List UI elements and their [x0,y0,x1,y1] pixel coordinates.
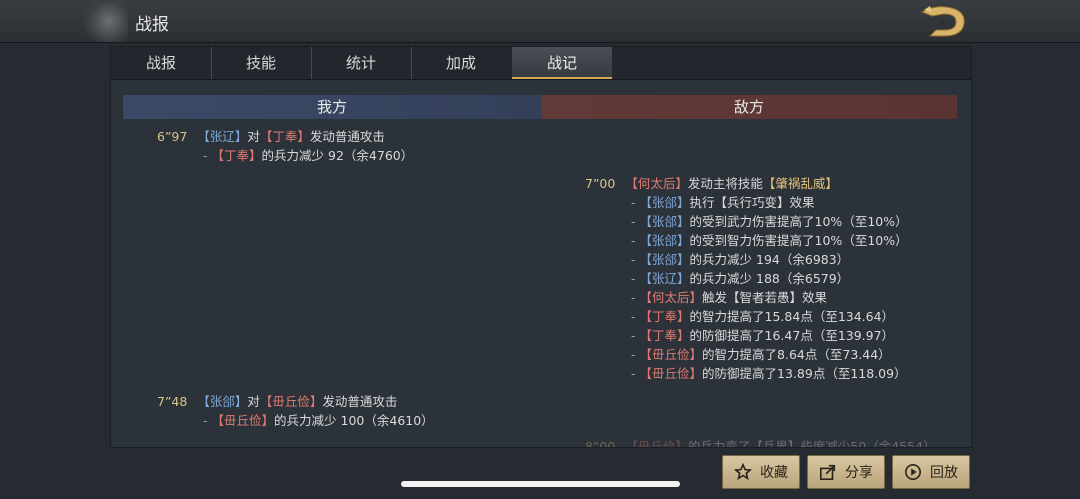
log-text: 发动普通攻击 [322,394,398,409]
log-entry: - 【张郃】的受到武力伤害提高了10%（至10%） [631,213,908,231]
ally-column-header: 我方 [123,95,541,119]
share-label: 分享 [845,465,873,481]
general-name: 【丁奉】 [639,328,690,343]
favorite-label: 收藏 [760,465,788,481]
star-icon [734,463,752,480]
log-text: 的兵力减少 92（余4760） [261,148,414,163]
page-title: 战报 [135,15,169,35]
general-name: 【毌丘俭】 [639,347,703,362]
general-name: 【张郃】 [197,394,248,409]
log-text: 的智力提高了15.84点（至134.64） [689,309,895,324]
tab-skills[interactable]: 技能 [211,47,312,79]
battle-report-panel[interactable]: 战报 技能 统计 加成 战记 我方 敌方 6”97 【张辽】对【丁奉】发动普通攻击… [110,46,972,448]
log-text: 的受到智力伤害提高了10%（至10%） [689,233,908,248]
log-entry: - 【丁奉】的兵力减少 92（余4760） [203,147,413,165]
log-text: 对 [247,394,260,409]
play-icon [904,463,922,481]
log-text: 对 [247,129,260,144]
log-text: 的受到武力伤害提高了10%（至10%） [689,214,908,229]
log-entry: - 【丁奉】的防御提高了16.47点（至139.97） [631,327,894,345]
dragon-logo-icon[interactable] [918,2,970,40]
favorite-button[interactable]: 收藏 [722,455,800,489]
log-text: 执行【兵行巧变】效果 [689,195,815,210]
log-entry: - 【何太后】触发【智者若愚】效果 [631,289,827,307]
general-name: 【何太后】 [625,176,688,191]
log-entry: - 【毌丘俭】的防御提高了13.89点（至118.09） [631,365,907,383]
log-entry: - 【张辽】的兵力减少 188（余6579） [631,270,849,288]
general-name: 【张郃】 [639,252,690,267]
home-indicator[interactable] [401,481,680,487]
dash: - [631,233,636,248]
log-time: 7”48 [157,394,188,409]
tab-bar: 战报 技能 统计 加成 战记 [111,47,971,80]
log-text: 的兵力减少 100（余4610） [274,413,434,428]
log-entry: - 【张郃】执行【兵行巧变】效果 [631,194,815,212]
enemy-column-header: 敌方 [541,95,957,119]
general-name: 【张辽】 [639,271,690,286]
dash: - [631,366,636,381]
share-icon [819,464,836,481]
dash: - [631,328,636,343]
emblem-icon [80,0,128,42]
dash: - [203,413,208,428]
log-text: 的兵力减少 194（余6983） [689,252,850,267]
log-entry: 7”48 【张郃】对【毌丘俭】发动普通攻击 [157,393,397,411]
dash: - [631,309,636,324]
general-name: 【何太后】 [639,290,703,305]
log-entry: 8”00 【毌丘俭】的兵力变了【兵界】些度减少50（余4554） [585,438,936,448]
log-time: 6”97 [157,129,188,144]
log-text: 的智力提高了8.64点（至73.44） [702,347,891,362]
dash: - [631,252,636,267]
log-time: 7”00 [585,176,616,191]
tab-stats[interactable]: 统计 [311,47,412,79]
dash: - [203,148,208,163]
log-text: 发动主将技能 [687,176,763,191]
general-name: 【张辽】 [197,129,248,144]
general-name: 【毌丘俭】 [625,439,688,448]
dash: - [631,195,636,210]
log-entry: 6”97 【张辽】对【丁奉】发动普通攻击 [157,128,385,146]
general-name: 【张郃】 [639,214,690,229]
replay-button[interactable]: 回放 [892,455,970,489]
general-name: 【毌丘俭】 [211,413,275,428]
log-text: 的兵力减少 188（余6579） [689,271,850,286]
tab-battle-record[interactable]: 战记 [512,47,612,79]
general-name: 【丁奉】 [211,148,262,163]
general-name: 【毌丘俭】 [639,366,703,381]
log-entry: - 【张郃】的受到智力伤害提高了10%（至10%） [631,232,908,250]
log-entry: 7”00 【何太后】发动主将技能【肇祸乱威】 [585,175,838,193]
log-text: 触发【智者若愚】效果 [702,290,828,305]
dash: - [631,347,636,362]
log-entry: - 【张郃】的兵力减少 194（余6983） [631,251,849,269]
general-name: 【张郃】 [639,195,690,210]
share-button[interactable]: 分享 [807,455,885,489]
tab-bonus[interactable]: 加成 [411,47,511,79]
general-name: 【丁奉】 [259,129,310,144]
dash: - [631,271,636,286]
log-time: 8”00 [585,439,616,448]
log-text: 的兵力变了【兵界】些度减少50（余4554） [687,439,936,448]
general-name: 【毌丘俭】 [259,394,323,409]
skill-name: 【肇祸乱威】 [762,176,838,191]
log-text: 发动普通攻击 [309,129,385,144]
log-text: 的防御提高了13.89点（至118.09） [702,366,907,381]
log-entry: - 【丁奉】的智力提高了15.84点（至134.64） [631,308,894,326]
replay-label: 回放 [930,465,958,481]
tab-report[interactable]: 战报 [111,47,212,79]
log-text: 的防御提高了16.47点（至139.97） [689,328,895,343]
top-bar: 战报 [0,0,1080,43]
dash: - [631,214,636,229]
general-name: 【张郃】 [639,233,690,248]
general-name: 【丁奉】 [639,309,690,324]
log-entry: - 【毌丘俭】的智力提高了8.64点（至73.44） [631,346,891,364]
log-entry: - 【毌丘俭】的兵力减少 100（余4610） [203,412,434,430]
dash: - [631,290,636,305]
